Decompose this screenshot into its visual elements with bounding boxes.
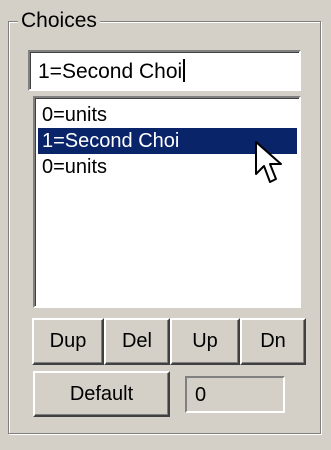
choices-listbox[interactable]: 0=units 1=Second Choi 0=units bbox=[33, 96, 301, 308]
dup-button[interactable]: Dup bbox=[32, 318, 104, 365]
mouse-pointer-icon bbox=[255, 141, 282, 183]
choices-panel: Choices 1=Second Choi 0=units 1=Second C… bbox=[0, 0, 331, 450]
dn-button[interactable]: Dn bbox=[240, 318, 306, 365]
choice-edit-text: 1=Second Choi bbox=[38, 59, 186, 84]
default-value-text: 0 bbox=[195, 384, 207, 406]
text-caret bbox=[183, 59, 186, 82]
choices-group-title: Choices bbox=[18, 8, 100, 34]
choice-list-item[interactable]: 0=units bbox=[38, 102, 297, 128]
up-button[interactable]: Up bbox=[170, 318, 240, 365]
default-button[interactable]: Default bbox=[33, 371, 170, 417]
choice-edit-field[interactable]: 1=Second Choi bbox=[28, 50, 301, 91]
del-button[interactable]: Del bbox=[104, 318, 170, 365]
default-value-field: 0 bbox=[185, 376, 285, 413]
